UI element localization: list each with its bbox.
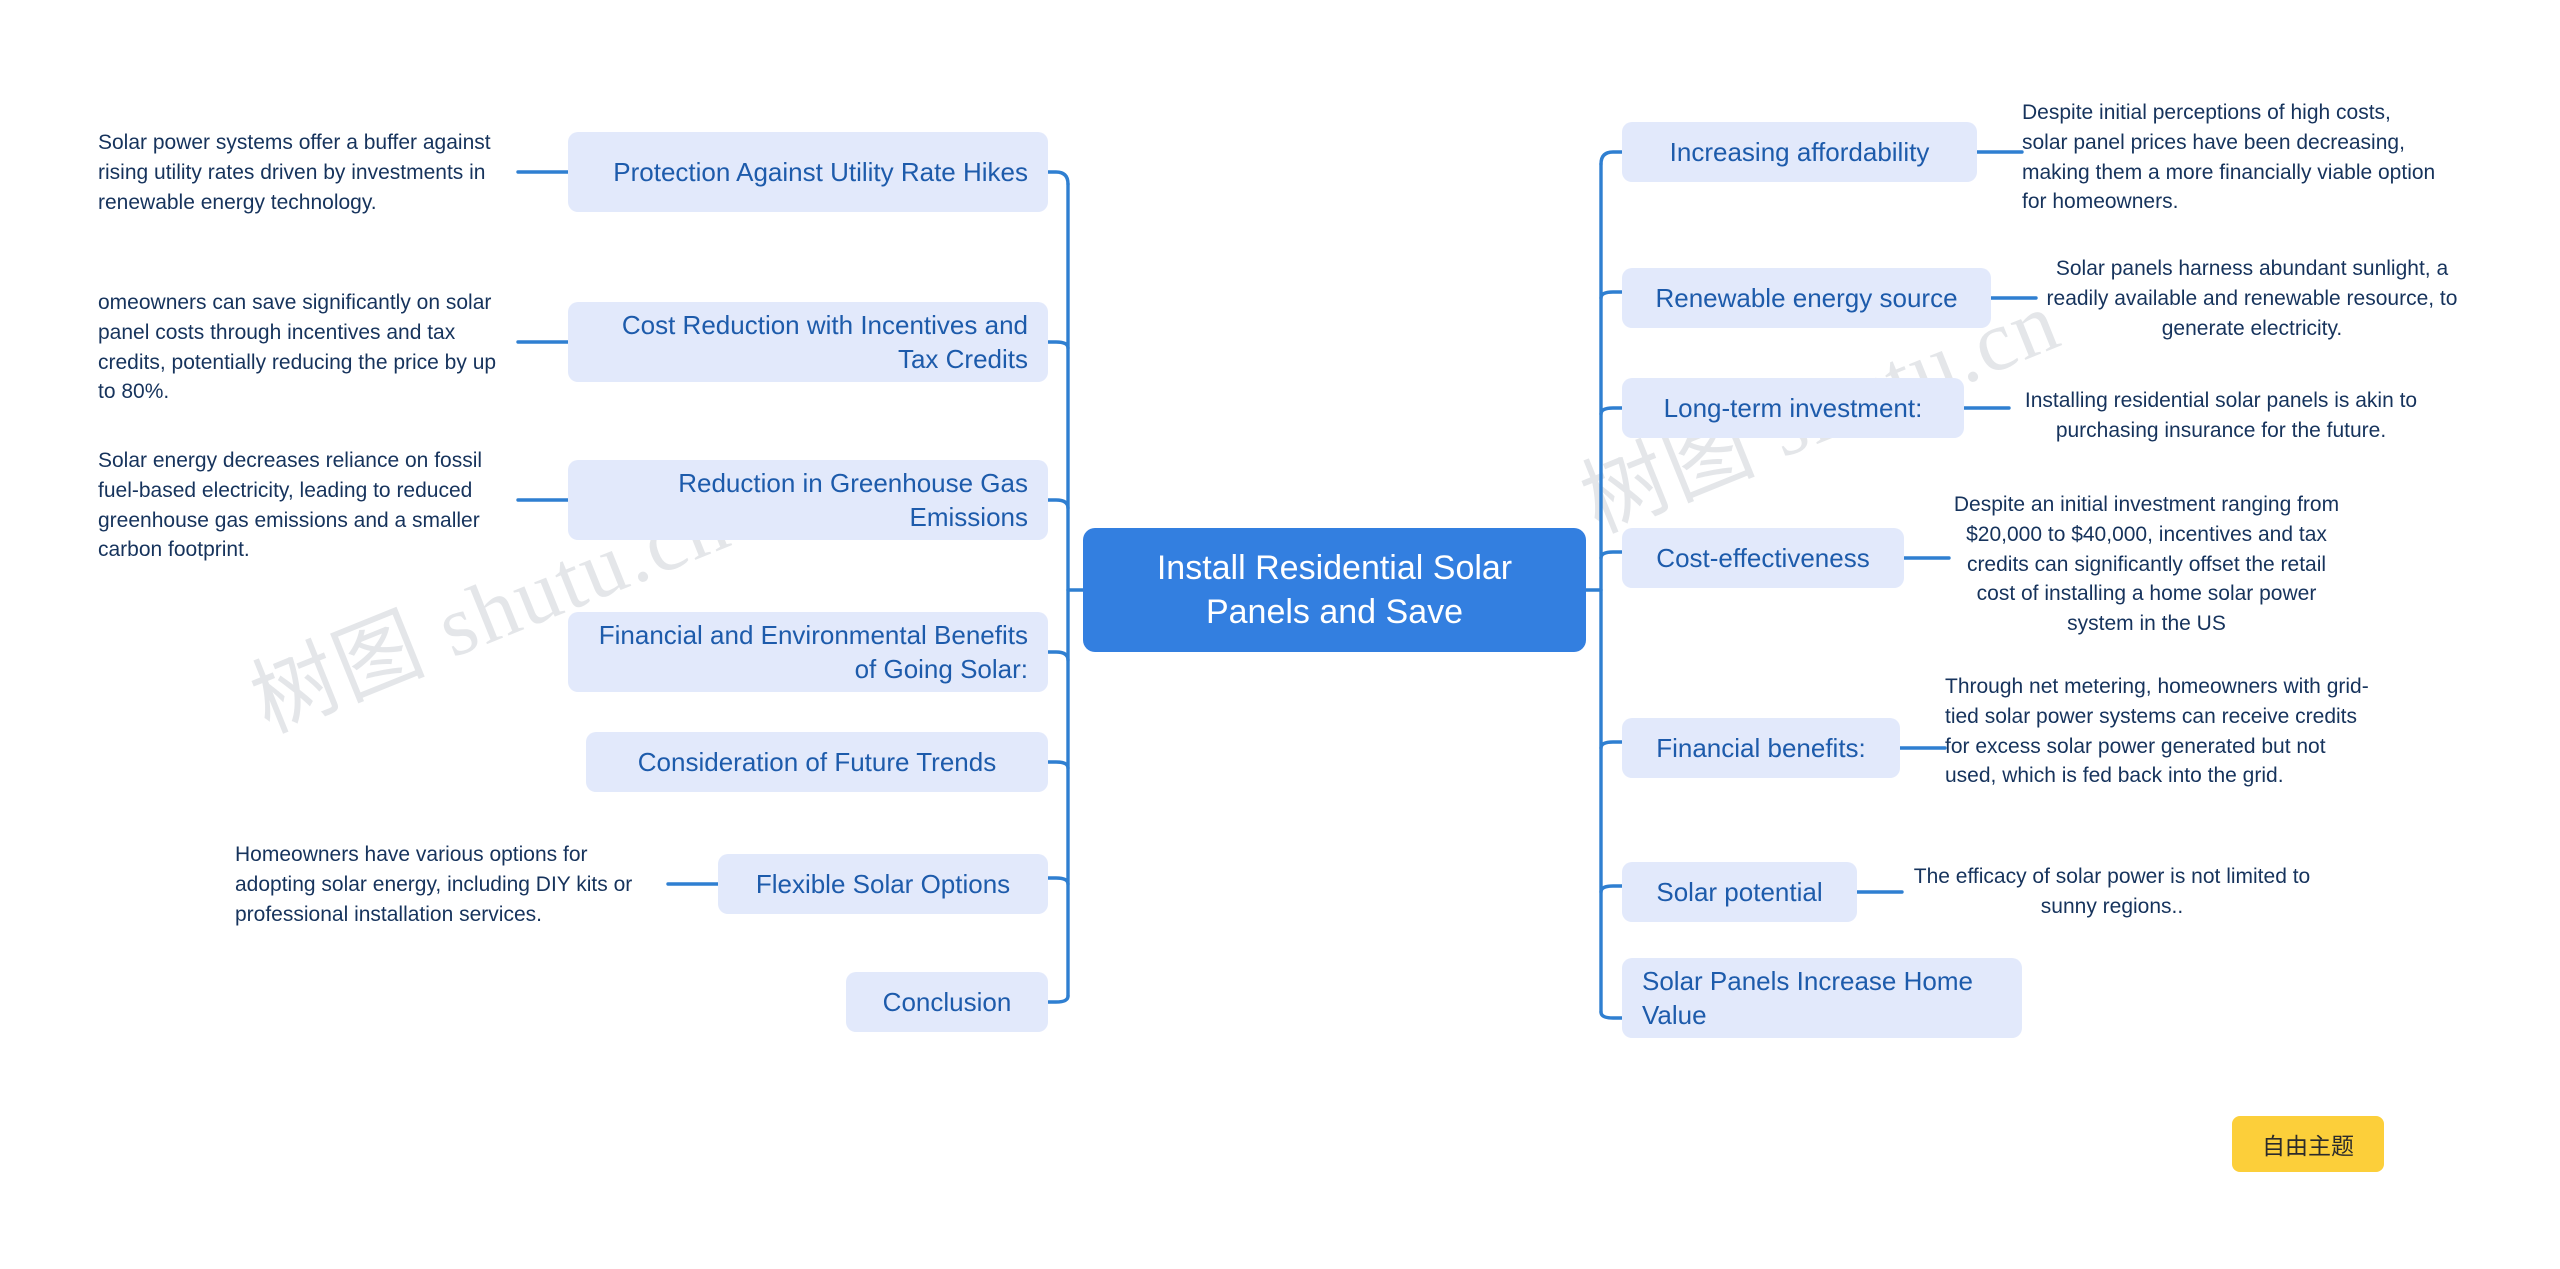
leaf-detail-text: The efficacy of solar power is not limit…	[1913, 865, 2311, 918]
leaf-detail-text: Despite an initial investment ranging fr…	[1953, 493, 2340, 636]
node-long-term-investment[interactable]: Long-term investment:	[1622, 378, 1964, 438]
connector-left-5	[1046, 760, 1070, 770]
node-label: Financial benefits:	[1656, 732, 1866, 763]
leaf-detail-text: Solar panels harness abundant sunlight, …	[2046, 257, 2458, 340]
node-label: Cost Reduction with Incentives and Tax C…	[621, 309, 1028, 374]
node-reduction-greenhouse-gas[interactable]: Reduction in Greenhouse Gas Emissions	[568, 460, 1048, 540]
free-theme-label: 自由主题	[2262, 1133, 2354, 1159]
connector-right-2	[1599, 290, 1624, 300]
leaf-detail-text: Solar power systems offer a buffer again…	[98, 131, 491, 214]
leaf-detail-protection-utility-rate-hikes: Solar power systems offer a buffer again…	[98, 128, 498, 217]
leaf-detail-renewable-energy-source: Solar panels harness abundant sunlight, …	[2036, 254, 2468, 343]
node-label: Solar Panels Increase Home Value	[1642, 965, 1973, 1030]
node-label: Consideration of Future Trends	[637, 746, 997, 777]
leaf-detail-text: Through net metering, homeowners with gr…	[1945, 675, 2369, 788]
connector-left-2	[1046, 340, 1070, 350]
free-theme-button[interactable]: 自由主题	[2232, 1116, 2384, 1172]
leaf-detail-increasing-affordability: Despite initial perceptions of high cost…	[2022, 98, 2442, 217]
connector-left-4	[1046, 650, 1070, 662]
node-flexible-solar-options[interactable]: Flexible Solar Options	[718, 854, 1048, 914]
leaf-detail-cost-effectiveness: Despite an initial investment ranging fr…	[1949, 490, 2344, 639]
mindmap-canvas: 树图 shutu.cn 树图 shutu.cn Install Resident…	[0, 0, 2560, 1269]
leaf-detail-text: Solar energy decreases reliance on fossi…	[98, 449, 483, 562]
center-node[interactable]: Install Residential Solar Panels and Sav…	[1083, 528, 1586, 652]
node-label: Solar potential	[1656, 876, 1823, 907]
center-node-label: Install Residential Solar Panels and Sav…	[1156, 548, 1513, 631]
connector-right-5	[1599, 740, 1624, 750]
leaf-detail-financial-benefits: Through net metering, homeowners with gr…	[1945, 672, 2375, 791]
node-label: Flexible Solar Options	[755, 868, 1011, 899]
connector-right-6	[1599, 884, 1624, 894]
leaf-detail-flexible-solar-options: Homeowners have various options for adop…	[235, 840, 670, 929]
leaf-detail-long-term-investment: Installing residential solar panels is a…	[2009, 386, 2433, 446]
node-renewable-energy-source[interactable]: Renewable energy source	[1622, 268, 1991, 328]
connector-left-6	[1046, 876, 1070, 886]
connector-left-7	[1046, 994, 1070, 1004]
node-increasing-affordability[interactable]: Increasing affordability	[1622, 122, 1977, 182]
connector-right-1	[1599, 150, 1624, 166]
leaf-detail-reduction-greenhouse-gas: Solar energy decreases reliance on fossi…	[98, 446, 518, 565]
node-label: Renewable energy source	[1655, 282, 1958, 313]
connector-right-4	[1599, 550, 1624, 560]
connector-left-1	[1046, 170, 1070, 186]
node-cost-effectiveness[interactable]: Cost-effectiveness	[1622, 528, 1904, 588]
node-financial-benefits[interactable]: Financial benefits:	[1622, 718, 1900, 778]
leaf-detail-text: Homeowners have various options for adop…	[235, 843, 633, 926]
leaf-detail-text: omeowners can save significantly on sola…	[98, 291, 497, 404]
node-financial-environmental-benefits[interactable]: Financial and Environmental Benefits of …	[568, 612, 1048, 692]
node-protection-utility-rate-hikes[interactable]: Protection Against Utility Rate Hikes	[568, 132, 1048, 212]
node-label: Cost-effectiveness	[1656, 542, 1870, 573]
leaf-detail-solar-potential: The efficacy of solar power is not limit…	[1902, 862, 2322, 922]
connector-left-3	[1046, 498, 1070, 510]
node-label: Reduction in Greenhouse Gas Emissions	[678, 467, 1028, 532]
node-label: Long-term investment:	[1663, 392, 1923, 423]
node-label: Protection Against Utility Rate Hikes	[613, 156, 1028, 187]
node-label: Financial and Environmental Benefits of …	[598, 619, 1028, 684]
connector-right-3	[1599, 406, 1624, 416]
node-label: Conclusion	[882, 986, 1012, 1017]
node-solar-potential[interactable]: Solar potential	[1622, 862, 1857, 922]
leaf-detail-text: Despite initial perceptions of high cost…	[2022, 101, 2436, 214]
node-cost-reduction-incentives[interactable]: Cost Reduction with Incentives and Tax C…	[568, 302, 1048, 382]
node-solar-panels-home-value[interactable]: Solar Panels Increase Home Value	[1622, 958, 2022, 1038]
node-label: Increasing affordability	[1669, 136, 1930, 167]
leaf-detail-text: Installing residential solar panels is a…	[2024, 389, 2418, 442]
leaf-detail-cost-reduction-incentives: omeowners can save significantly on sola…	[98, 288, 518, 407]
node-conclusion[interactable]: Conclusion	[846, 972, 1048, 1032]
connector-right-7	[1599, 1010, 1624, 1020]
node-consideration-future-trends[interactable]: Consideration of Future Trends	[586, 732, 1048, 792]
